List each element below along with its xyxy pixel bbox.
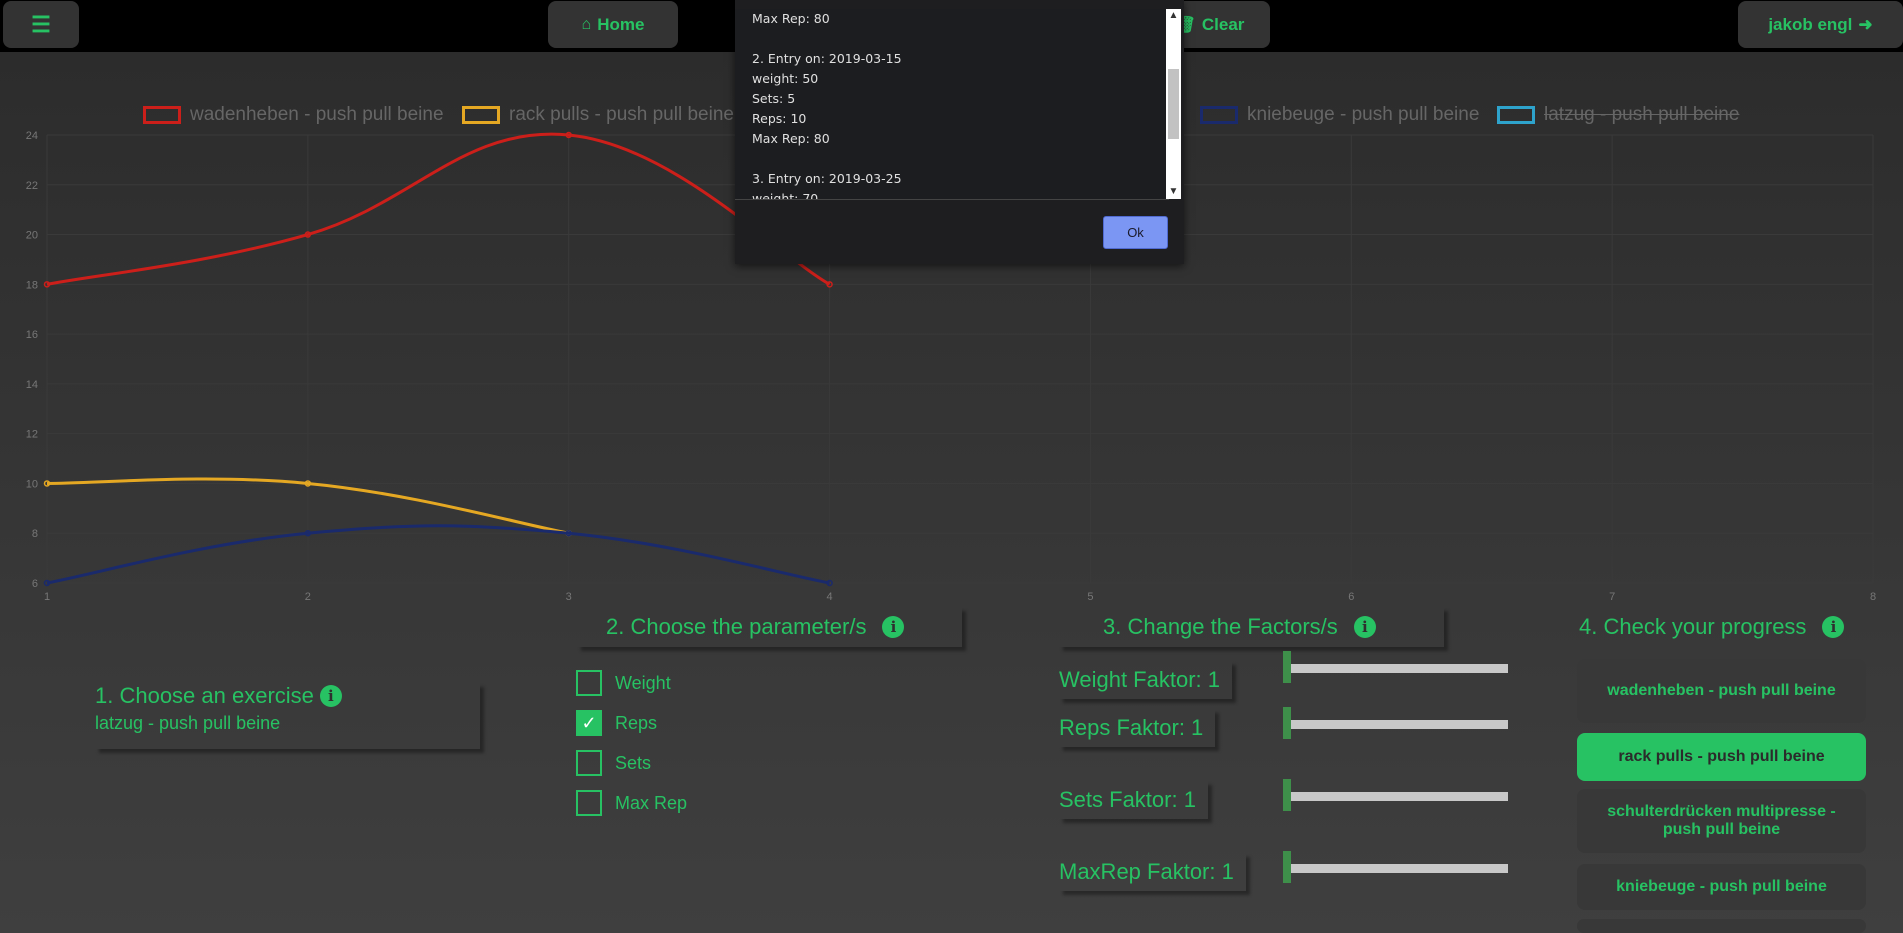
- legend-label: wadenheben - push pull beine: [190, 104, 444, 125]
- progress-exercise-button[interactable]: schulterdrücken multipresse - push pull …: [1577, 789, 1866, 853]
- factor-label: MaxRep Faktor: 1: [1059, 853, 1246, 891]
- y-tick-label: 12: [26, 429, 38, 441]
- parameter-option[interactable]: Weight: [576, 670, 671, 696]
- step1-title-text: 1. Choose an exercise: [95, 683, 314, 708]
- step1-title: 1. Choose an exercise i: [95, 683, 480, 709]
- parameter-checkbox[interactable]: [576, 750, 602, 776]
- x-tick-label: 5: [1087, 591, 1093, 603]
- legend-item[interactable]: latzug - push pull beine: [1497, 104, 1739, 126]
- factor-slider-thumb[interactable]: [1283, 707, 1291, 739]
- info-icon[interactable]: i: [319, 685, 342, 707]
- progress-exercise-button[interactable]: wadenheben - push pull beine: [1577, 659, 1866, 723]
- x-tick-label: 8: [1870, 591, 1876, 603]
- parameter-label: Sets: [615, 752, 652, 773]
- factor-label: Weight Faktor: 1: [1059, 661, 1232, 699]
- exercise-selector[interactable]: 1. Choose an exercise i latzug - push pu…: [95, 683, 480, 749]
- x-tick-label: 2: [305, 591, 311, 603]
- selected-exercise[interactable]: latzug - push pull beine: [95, 713, 480, 734]
- menu-button[interactable]: ☰: [3, 1, 79, 48]
- info-icon[interactable]: i: [1822, 616, 1845, 638]
- factor-slider-track[interactable]: [1288, 664, 1508, 673]
- parameter-checkbox[interactable]: [576, 670, 602, 696]
- hamburger-icon: ☰: [31, 11, 51, 37]
- legend-label: latzug - push pull beine: [1544, 104, 1740, 125]
- factor-slider-track[interactable]: [1288, 792, 1508, 801]
- parameter-option[interactable]: ✓ Reps: [576, 710, 657, 736]
- y-tick-label: 16: [26, 329, 38, 341]
- progress-exercise-button[interactable]: kniebeuge - push pull beine: [1577, 864, 1866, 910]
- step4-title: 4. Check your progress i: [1577, 607, 1867, 647]
- factor-slider-thumb[interactable]: [1283, 851, 1291, 883]
- user-logout-button[interactable]: jakob engl ➜: [1738, 1, 1903, 48]
- dialog-scrollbar[interactable]: ▲ ▼: [1166, 9, 1181, 199]
- y-tick-label: 22: [26, 180, 38, 192]
- clear-button-label: Clear: [1201, 14, 1245, 34]
- y-tick-label: 10: [26, 478, 38, 490]
- dialog-ok-button[interactable]: Ok: [1103, 216, 1168, 249]
- x-tick-label: 6: [1348, 591, 1354, 603]
- legend-label: kniebeuge - push pull beine: [1247, 104, 1480, 125]
- x-tick-label: 3: [566, 591, 572, 603]
- scroll-down-arrow-icon[interactable]: ▼: [1166, 185, 1181, 199]
- sign-out-icon: ➜: [1858, 14, 1873, 34]
- x-tick-label: 4: [827, 591, 833, 603]
- progress-exercise-button[interactable]: [1577, 919, 1866, 933]
- parameter-label: Reps: [615, 712, 658, 733]
- scrollbar-thumb[interactable]: [1168, 69, 1179, 139]
- parameter-checkbox[interactable]: [576, 790, 602, 816]
- factor-slider-track[interactable]: [1288, 720, 1508, 729]
- home-icon: ⌂: [581, 15, 592, 33]
- home-button-label: Home: [597, 14, 645, 34]
- parameter-label: Weight: [615, 672, 671, 693]
- legend-swatch: [143, 106, 181, 124]
- step4-title-text: 4. Check your progress: [1579, 614, 1807, 639]
- step2-title: 2. Choose the parameter/s i: [577, 607, 962, 647]
- factor-slider-thumb[interactable]: [1283, 779, 1291, 811]
- scroll-up-arrow-icon[interactable]: ▲: [1166, 9, 1181, 23]
- legend-swatch: [1497, 106, 1535, 124]
- step3-title-text: 3. Change the Factors/s: [1103, 614, 1338, 639]
- legend-item[interactable]: rack pulls - push pull beine: [462, 104, 734, 126]
- parameter-checkbox[interactable]: ✓: [576, 710, 602, 736]
- factor-label: Sets Faktor: 1: [1059, 781, 1208, 819]
- y-tick-label: 20: [26, 230, 38, 242]
- x-tick-label: 1: [44, 591, 50, 603]
- legend-swatch: [462, 106, 500, 124]
- series-line: [46, 132, 831, 286]
- legend-item[interactable]: kniebeuge - push pull beine: [1200, 104, 1479, 126]
- parameter-label: Max Rep: [615, 792, 688, 813]
- factor-slider-track[interactable]: [1288, 864, 1508, 873]
- x-tick-label: 7: [1609, 591, 1615, 603]
- legend-label: rack pulls - push pull beine: [509, 104, 734, 125]
- dialog-scroll-area[interactable]: Max Rep: 80 2. Entry on: 2019-03-15 weig…: [735, 9, 1169, 200]
- factor-label: Reps Faktor: 1: [1059, 709, 1215, 747]
- y-tick-label: 6: [32, 578, 38, 590]
- y-tick-label: 8: [32, 528, 38, 540]
- factor-slider-thumb[interactable]: [1283, 651, 1291, 683]
- series-line: [46, 524, 830, 585]
- info-icon[interactable]: i: [882, 616, 905, 638]
- parameter-option[interactable]: Max Rep: [576, 790, 687, 816]
- step3-title: 3. Change the Factors/s i: [1059, 607, 1444, 647]
- user-name-label: jakob engl: [1768, 14, 1853, 34]
- step2-title-text: 2. Choose the parameter/s: [606, 614, 867, 639]
- progress-exercise-button[interactable]: rack pulls - push pull beine: [1577, 733, 1866, 781]
- y-tick-label: 14: [26, 379, 38, 391]
- legend-item[interactable]: wadenheben - push pull beine: [143, 104, 444, 126]
- dialog-entries-text: Max Rep: 80 2. Entry on: 2019-03-15 weig…: [752, 11, 902, 200]
- legend-swatch: [1200, 106, 1238, 124]
- y-tick-label: 18: [26, 279, 38, 291]
- home-button[interactable]: ⌂ Home: [548, 1, 678, 48]
- info-icon[interactable]: i: [1353, 616, 1376, 638]
- y-tick-label: 24: [26, 130, 38, 142]
- parameter-option[interactable]: Sets: [576, 750, 651, 776]
